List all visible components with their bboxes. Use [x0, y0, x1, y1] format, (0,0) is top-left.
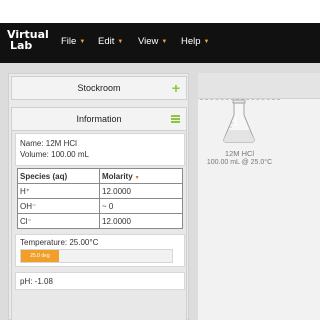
ph-value: pH: -1.08 [20, 277, 53, 286]
molarity-cell: 12.0000 [99, 213, 183, 229]
species-table: Species (aq) Molarity ▼ H⁺ 12.0000 OH⁻ ~ … [17, 168, 183, 229]
caret-down-icon: ▼ [79, 39, 86, 45]
menu-view-label: View [138, 36, 159, 47]
plus-icon[interactable]: + [172, 77, 180, 99]
column-header-molarity[interactable]: Molarity ▼ [99, 168, 183, 184]
column-header-molarity-label: Molarity [102, 171, 133, 181]
flask-detail: 100.00 mL @ 25.0°C [206, 159, 273, 166]
app-logo: Virtual Lab [7, 29, 49, 51]
solution-name: Name: 12M HCl [20, 139, 77, 148]
menu-view[interactable]: View ▼ [138, 36, 167, 47]
flask-name: 12M HCl [224, 149, 255, 158]
information-body: Name: 12M HCl Volume: 100.00 mL Species … [11, 131, 187, 320]
erlenmeyer-flask-icon [223, 99, 255, 143]
caret-down-icon: ▼ [161, 39, 168, 45]
ph-card: pH: -1.08 [15, 272, 185, 290]
hamburger-icon[interactable] [171, 115, 180, 123]
menu-edit-label: Edit [98, 36, 115, 47]
table-header-row: Species (aq) Molarity ▼ [17, 168, 183, 184]
molarity-cell: ~ 0 [99, 198, 183, 214]
information-title: Information [76, 114, 122, 124]
top-menu-bar: Virtual Lab File ▼ Edit ▼ View ▼ Help ▼ [0, 23, 320, 63]
column-header-species-label: Species (aq) [20, 171, 68, 181]
table-row: H⁺ 12.0000 [17, 183, 183, 199]
temperature-bar-fill: 25.0 deg [21, 250, 59, 262]
species-cell: Cl⁻ [17, 213, 100, 229]
table-row: OH⁻ ~ 0 [17, 198, 183, 214]
solution-volume: Volume: 100.00 mL [20, 150, 89, 159]
species-cell: H⁺ [17, 183, 100, 199]
logo-line-2: Lab [10, 39, 33, 52]
stockroom-title: Stockroom [77, 83, 121, 93]
menu-file-label: File [61, 36, 77, 47]
temperature-bar: 25.0 deg [20, 249, 173, 263]
table-row: Cl⁻ 12.0000 [17, 213, 183, 229]
temperature-label: Temperature: 25.00°C [20, 238, 99, 247]
species-cell: OH⁻ [17, 198, 100, 214]
column-header-species[interactable]: Species (aq) [17, 168, 100, 184]
menu-help[interactable]: Help ▼ [181, 36, 210, 47]
menu-help-label: Help [181, 36, 201, 47]
menu-file[interactable]: File ▼ [61, 36, 85, 47]
menu-edit[interactable]: Edit ▼ [98, 36, 123, 47]
flask-item[interactable]: 12M HCl 100.00 mL @ 25.0°C [198, 97, 281, 177]
stockroom-header[interactable]: Stockroom + [11, 76, 187, 100]
caret-down-icon: ▼ [117, 39, 124, 45]
molarity-cell: 12.0000 [99, 183, 183, 199]
caret-down-icon: ▼ [203, 39, 210, 45]
workbench-header [198, 73, 320, 99]
temperature-card: Temperature: 25.00°C 25.0 deg [15, 234, 185, 267]
solution-info-card: Name: 12M HCl Volume: 100.00 mL [15, 133, 185, 166]
sort-caret-icon: ▼ [134, 174, 140, 181]
information-header[interactable]: Information [11, 107, 187, 131]
